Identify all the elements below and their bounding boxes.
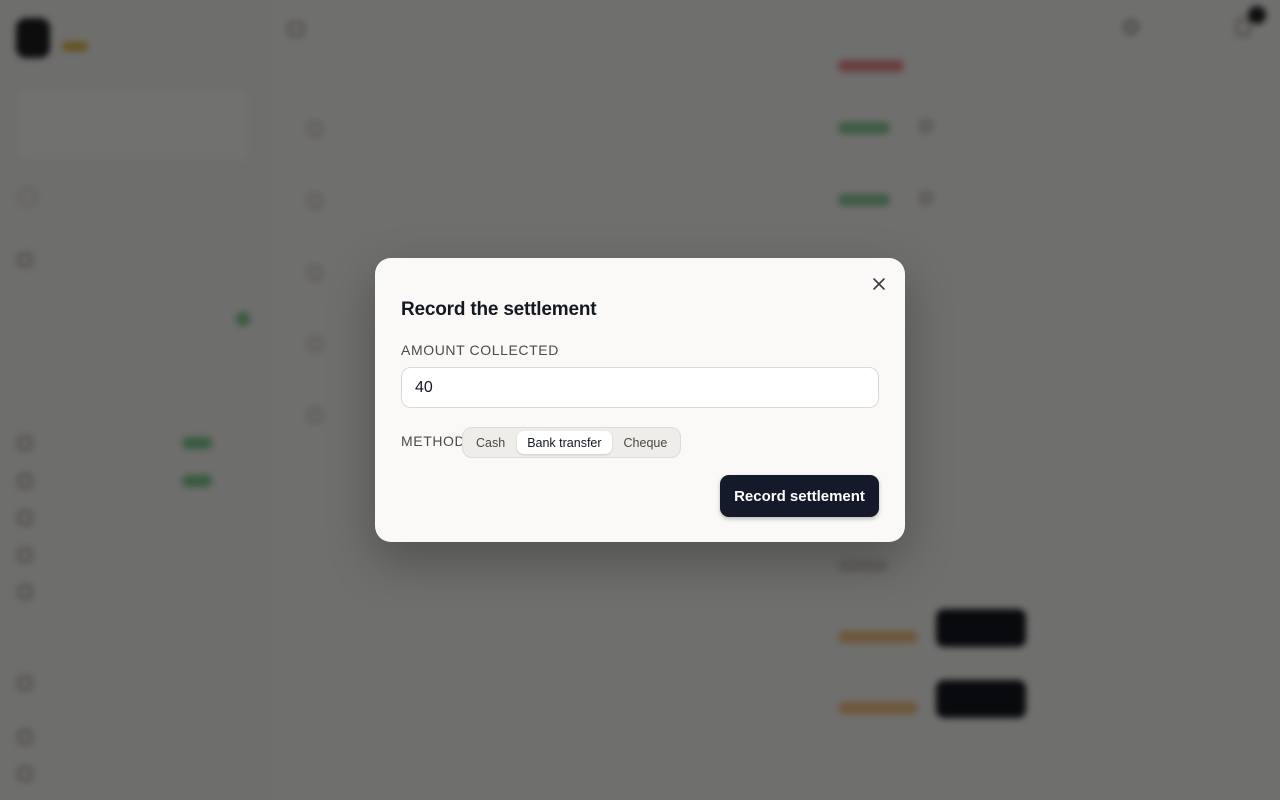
method-option-bank-transfer[interactable]: Bank transfer bbox=[517, 431, 612, 454]
amount-input[interactable] bbox=[401, 367, 879, 408]
method-label: METHOD bbox=[401, 433, 466, 449]
method-option-cheque[interactable]: Cheque bbox=[614, 431, 678, 454]
amount-label: AMOUNT COLLECTED bbox=[401, 342, 559, 358]
dialog-title: Record the settlement bbox=[401, 299, 597, 320]
close-icon[interactable] bbox=[869, 274, 889, 294]
record-settlement-button[interactable]: Record settlement bbox=[720, 475, 879, 517]
settlement-dialog: Record the settlement AMOUNT COLLECTED M… bbox=[375, 258, 905, 542]
method-option-cash[interactable]: Cash bbox=[466, 431, 515, 454]
method-selector: Cash Bank transfer Cheque bbox=[462, 427, 682, 458]
